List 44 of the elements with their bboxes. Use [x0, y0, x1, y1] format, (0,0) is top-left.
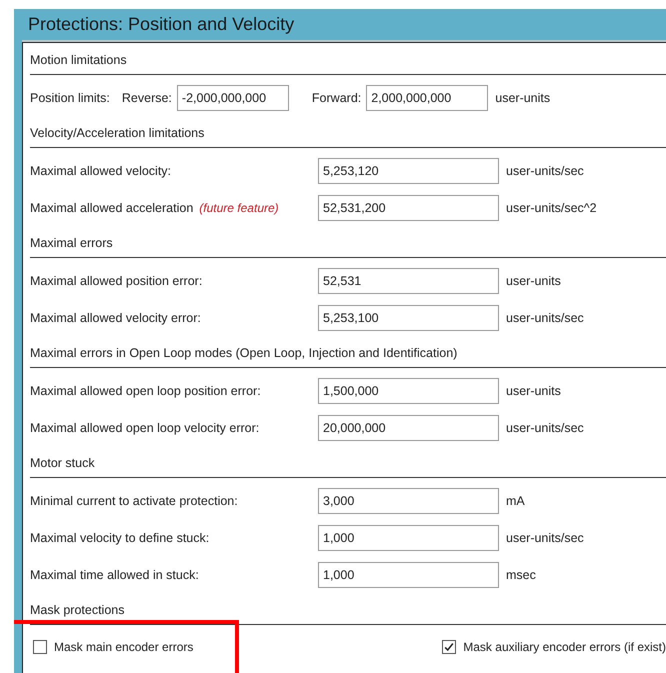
input-field[interactable]: 20,000,000: [318, 414, 499, 440]
mask-checkbox[interactable]: Mask main encoder errors: [33, 640, 194, 654]
input-field[interactable]: 1,000: [318, 524, 499, 550]
checkbox-box[interactable]: [442, 640, 456, 654]
section-title: Maximal errors in Open Loop modes (Open Loop, Injection and Identification): [30, 346, 458, 360]
field-label: Maximal allowed velocity error:: [30, 310, 201, 324]
unit-label: user-units/sec^2: [506, 200, 597, 214]
section-title: Motion limitations: [30, 52, 127, 66]
field-label: Minimal current to activate protection:: [30, 494, 238, 508]
field-label: Maximal allowed open loop position error:: [30, 384, 261, 398]
input-field[interactable]: 1,500,000: [318, 378, 499, 404]
field-label: Maximal allowed open loop velocity error:: [30, 420, 260, 434]
mask-checkbox[interactable]: Mask auxiliary encoder errors (if exist): [442, 640, 666, 654]
unit-label: user-units: [506, 384, 561, 398]
input-field[interactable]: 52,531,200: [318, 194, 499, 220]
field-label: Reverse:: [122, 90, 172, 104]
checkbox-box[interactable]: [33, 640, 47, 654]
field-label: Maximal velocity to define stuck:: [30, 530, 210, 544]
input-field[interactable]: 5,253,120: [318, 158, 499, 184]
section-title: Maximal errors: [30, 236, 113, 250]
unit-label: mA: [506, 494, 525, 508]
unit-label: user-units: [506, 274, 561, 288]
section-title: Motor stuck: [30, 456, 95, 470]
field-label: Maximal allowed velocity:: [30, 164, 172, 178]
unit-label: msec: [506, 568, 536, 582]
input-field[interactable]: -2,000,000,000: [176, 84, 289, 110]
field-label: Forward:: [312, 90, 362, 104]
field-label: Maximal allowed acceleration: [30, 200, 194, 214]
unit-label: user-units/sec: [506, 164, 584, 178]
field-label: Maximal allowed position error:: [30, 274, 202, 288]
unit-label: user-units/sec: [506, 530, 584, 544]
input-field[interactable]: 3,000: [318, 488, 499, 514]
unit-label: user-units/sec: [506, 420, 584, 434]
section-title: Mask protections: [30, 602, 124, 616]
section-title: Velocity/Acceleration limitations: [30, 126, 204, 140]
input-field[interactable]: 5,253,100: [318, 304, 499, 330]
input-field[interactable]: 1,000: [318, 562, 499, 588]
input-field[interactable]: 52,531: [318, 268, 499, 294]
input-field[interactable]: 2,000,000,000: [366, 84, 488, 110]
field-label: Position limits:: [30, 90, 110, 104]
note-text: (future feature): [199, 200, 279, 214]
unit-label: user-units: [495, 90, 550, 104]
field-label: Maximal time allowed in stuck:: [30, 568, 199, 582]
unit-label: user-units/sec: [506, 310, 584, 324]
